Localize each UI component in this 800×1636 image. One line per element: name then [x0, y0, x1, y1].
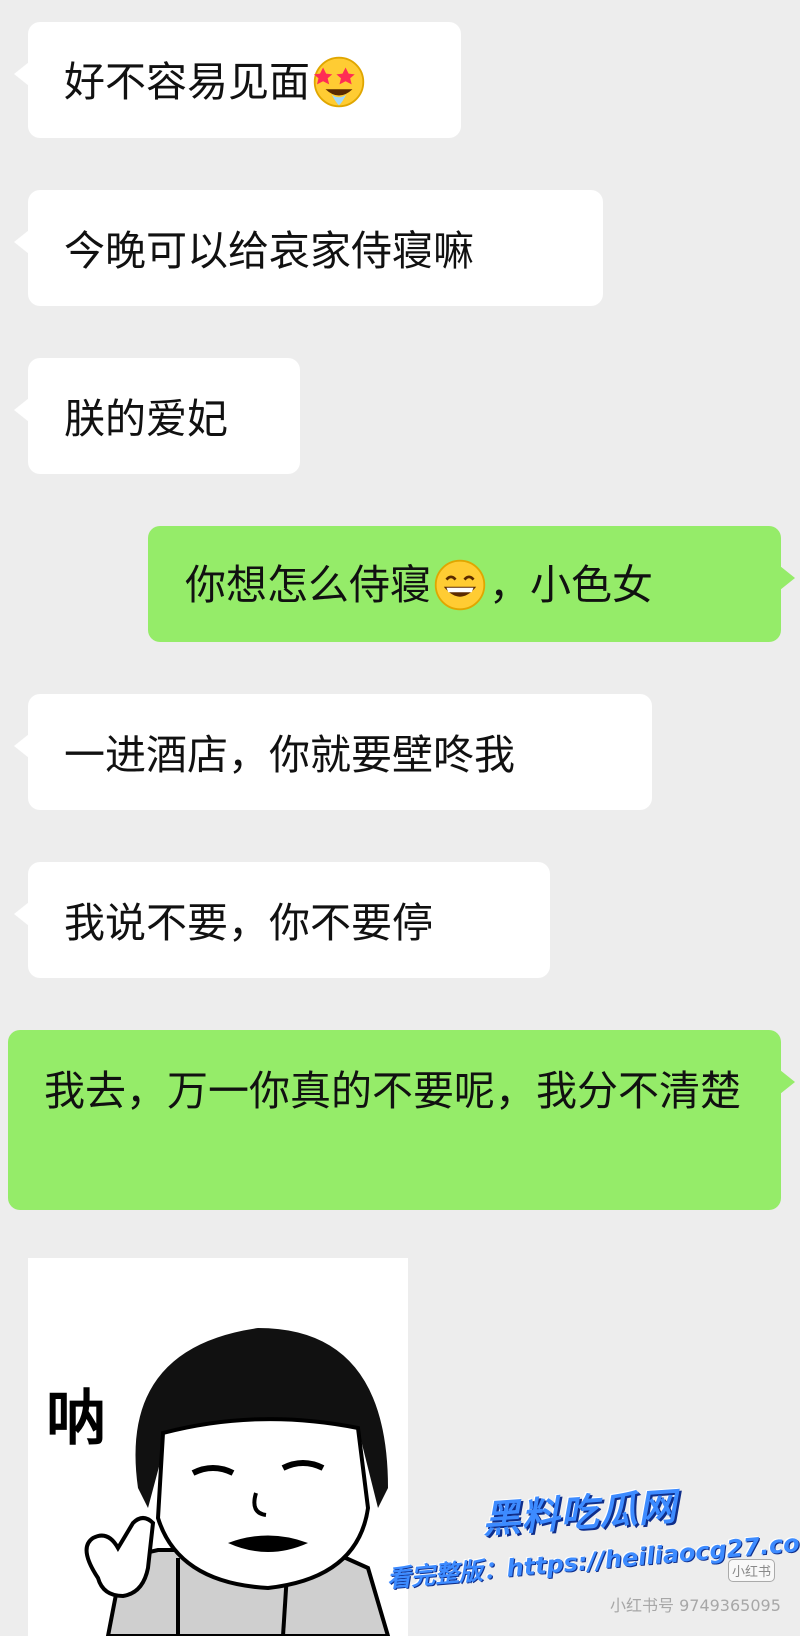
watermark-brand: 黑料吃瓜网 [480, 1484, 679, 1542]
message-text: ，小色女 [489, 561, 653, 609]
message-bubble-incoming[interactable]: 我说不要，你不要停 [14, 862, 550, 978]
xhs-badge: 小红书 [728, 1559, 776, 1582]
watermark-prefix: 看完整版： [385, 1554, 508, 1594]
message-bubble-incoming[interactable]: 今晚可以给哀家侍寝嘛 [14, 190, 603, 306]
message-text: 朕的爱妃 [64, 395, 228, 443]
message-text: 好不容易见面 [64, 58, 310, 106]
message-bubble-incoming[interactable]: 朕的爱妃 [14, 358, 300, 474]
message-bubble-incoming[interactable]: 好不容易见面 [14, 22, 461, 138]
message-text: 你想怎么侍寝 [185, 561, 431, 609]
message-text: 我去，万一你真的不要呢，我分不清楚 [44, 1067, 741, 1115]
meme-sticker[interactable]: 呐 [28, 1258, 408, 1636]
message-bubble-outgoing[interactable]: 你想怎么侍寝 ，小色女 [148, 526, 795, 642]
message-text: 今晚可以给哀家侍寝嘛 [64, 227, 474, 275]
grinning-face-emoji-icon [434, 559, 486, 611]
message-text: 一进酒店，你就要壁咚我 [64, 731, 515, 779]
sticker-caption: 呐 [46, 1384, 106, 1454]
message-text: 我说不要，你不要停 [64, 899, 433, 947]
message-bubble-incoming[interactable]: 一进酒店，你就要壁咚我 [14, 694, 652, 810]
xhs-id-watermark: 小红书号 9749365095 [610, 1596, 781, 1615]
message-bubble-outgoing[interactable]: 我去，万一你真的不要呢，我分不清楚 [8, 1030, 795, 1210]
star-struck-emoji-icon [313, 56, 365, 108]
